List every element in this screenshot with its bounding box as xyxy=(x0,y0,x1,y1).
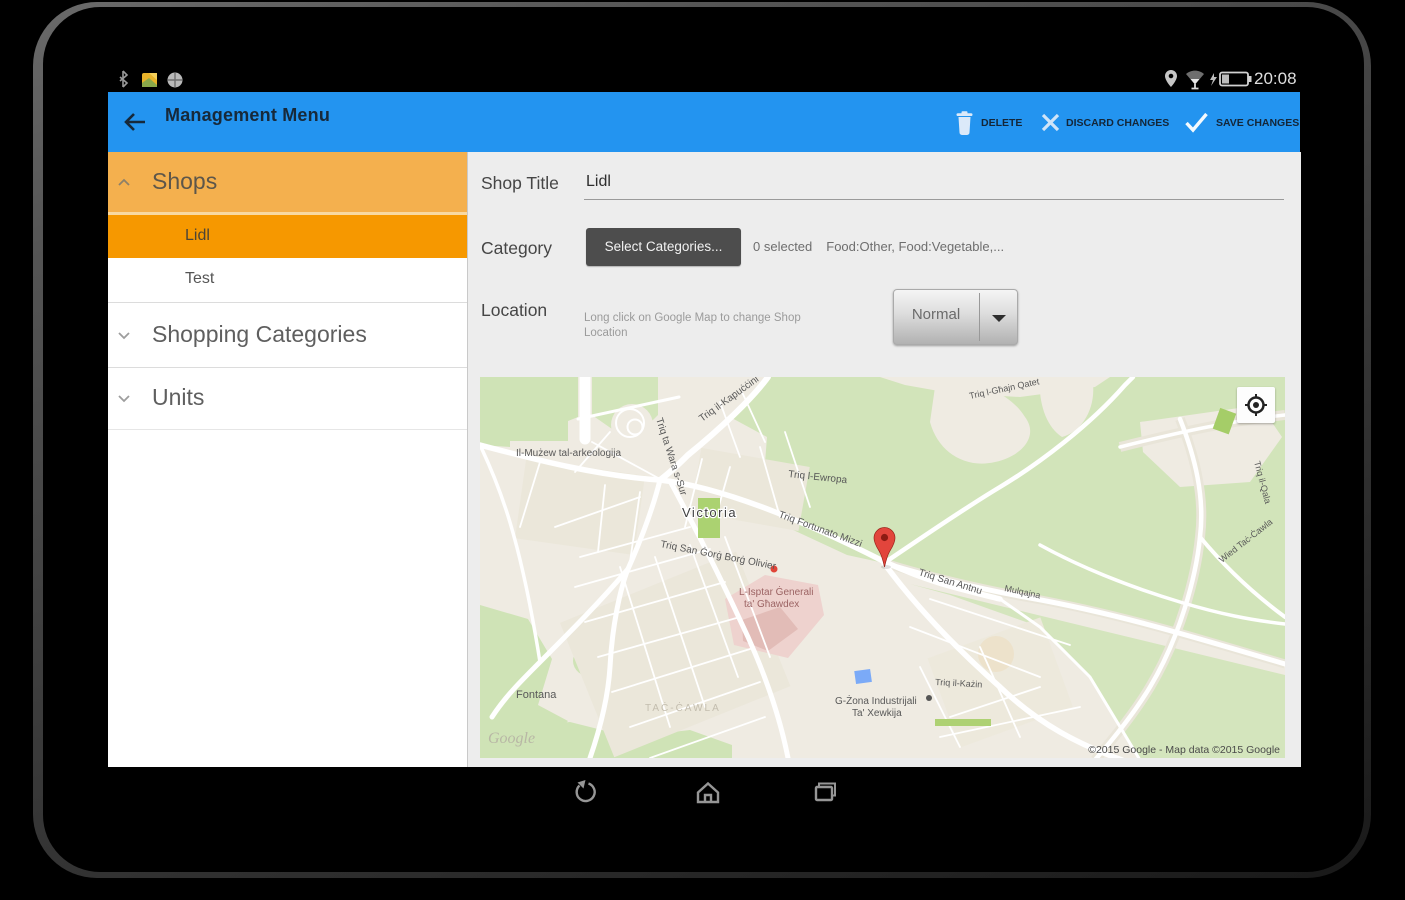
svg-text:Fontana: Fontana xyxy=(516,689,557,701)
svg-text:ta' Għawdex: ta' Għawdex xyxy=(744,599,799,610)
svg-text:G-Żona Industrijali: G-Żona Industrijali xyxy=(835,694,917,707)
svg-text:Il-Mużew tal-arkeologija: Il-Mużew tal-arkeologija xyxy=(516,448,621,459)
svg-text:L-Isptar Ġenerali: L-Isptar Ġenerali xyxy=(739,585,813,598)
svg-text:Victoria: Victoria xyxy=(682,505,737,520)
svg-text:Ta' Xewkija: Ta' Xewkija xyxy=(852,708,902,719)
svg-text:©2015 Google - Map data ©2015: ©2015 Google - Map data ©2015 Google xyxy=(1088,744,1280,756)
svg-text:TAĊ-ĊAWLA: TAĊ-ĊAWLA xyxy=(645,701,721,714)
svg-text:Google: Google xyxy=(488,730,535,747)
